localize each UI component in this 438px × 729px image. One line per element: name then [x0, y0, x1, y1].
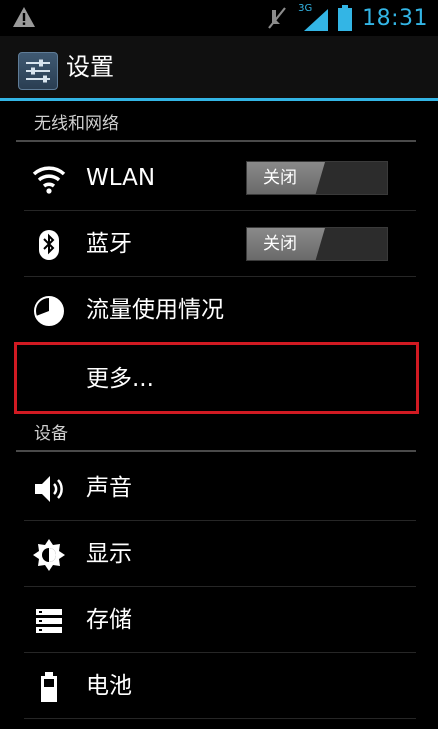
settings-icon[interactable]: [18, 52, 58, 90]
section-divider: [16, 450, 416, 452]
wlan-label: WLAN: [86, 165, 156, 191]
warning-icon: [13, 7, 35, 27]
section-header-device: 设备: [34, 424, 68, 444]
battery-icon: [338, 5, 353, 31]
display-label: 显示: [86, 541, 132, 567]
battery-label: 电池: [86, 673, 132, 699]
action-bar-underline: [0, 98, 438, 101]
mute-icon: [268, 7, 286, 29]
status-bar: 3G 18:31: [0, 0, 438, 36]
wifi-icon: [32, 166, 66, 194]
settings-item-storage[interactable]: 存储: [0, 588, 438, 652]
wlan-toggle-label: 关闭: [263, 168, 297, 188]
bluetooth-toggle[interactable]: 关闭: [246, 227, 388, 261]
bluetooth-icon: [39, 230, 59, 260]
settings-item-wlan[interactable]: WLAN 关闭: [0, 146, 438, 210]
divider: [24, 652, 416, 653]
divider: [24, 586, 416, 587]
divider: [24, 520, 416, 521]
page-title: 设置: [66, 53, 114, 81]
battery-icon: [41, 672, 57, 702]
settings-item-sound[interactable]: 声音: [0, 456, 438, 520]
signal-icon: 3G: [298, 3, 329, 31]
highlight-annotation: [14, 342, 419, 414]
settings-item-bluetooth[interactable]: 蓝牙 关闭: [0, 212, 438, 276]
section-divider: [16, 140, 416, 142]
bluetooth-label: 蓝牙: [86, 231, 132, 257]
storage-icon: [36, 609, 62, 633]
display-icon: [33, 539, 65, 571]
data-usage-icon: [34, 296, 64, 326]
section-header-wireless: 无线和网络: [34, 114, 119, 134]
divider: [24, 718, 416, 719]
divider: [24, 210, 416, 211]
sound-icon: [35, 476, 63, 502]
wlan-toggle[interactable]: 关闭: [246, 161, 388, 195]
settings-item-display[interactable]: 显示: [0, 522, 438, 586]
data-usage-label: 流量使用情况: [86, 297, 224, 323]
storage-label: 存储: [86, 607, 132, 633]
settings-item-data-usage[interactable]: 流量使用情况: [0, 278, 438, 342]
settings-item-battery[interactable]: 电池: [0, 654, 438, 718]
divider: [24, 276, 416, 277]
clock: 18:31: [362, 5, 428, 31]
sound-label: 声音: [86, 475, 132, 501]
bluetooth-toggle-label: 关闭: [263, 234, 297, 254]
